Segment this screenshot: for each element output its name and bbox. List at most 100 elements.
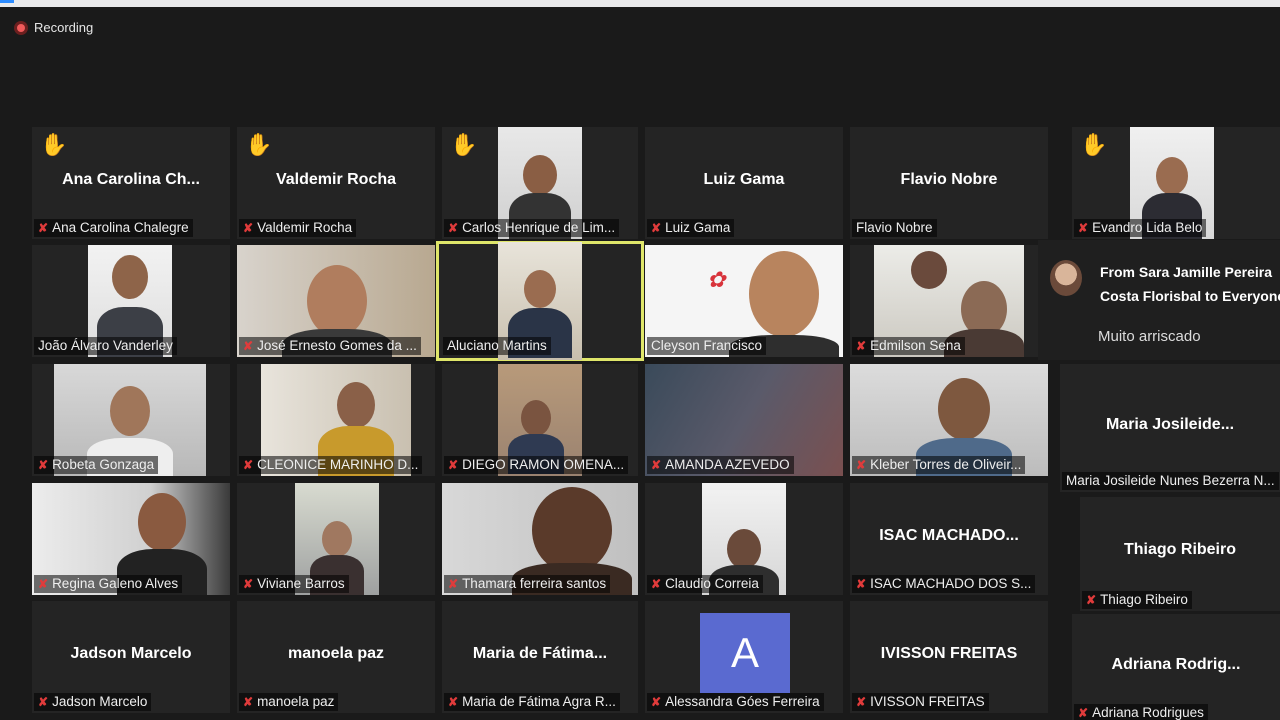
muted-mic-icon: ✘	[243, 694, 254, 709]
participant-name-label: Maria Josileide Nunes Bezerra N...	[1062, 472, 1279, 490]
participant-tile[interactable]: ✘ Edmilson Sena	[850, 245, 1048, 357]
window-top-strip	[0, 0, 1280, 7]
participant-tile[interactable]: ✋ Ana Carolina Ch... ✘ Ana Carolina Chale…	[32, 127, 230, 239]
muted-mic-icon: ✘	[651, 457, 662, 472]
muted-mic-icon: ✘	[243, 457, 254, 472]
muted-mic-icon: ✘	[651, 220, 662, 235]
participant-display-name: Jadson Marcelo	[70, 645, 192, 662]
participant-tile[interactable]: ✘ DIEGO RAMON OMENA...	[442, 364, 638, 476]
participant-name-label: ✘ Viviane Barros	[239, 575, 349, 593]
participant-name-label: ✘ Luiz Gama	[647, 219, 735, 237]
participant-tile[interactable]: ✘ Robeta Gonzaga	[32, 364, 230, 476]
participant-tile[interactable]: ✘ Thamara ferreira santos	[442, 483, 638, 595]
participant-tile[interactable]: ✋ ✘ Evandro Lida Belo	[1072, 127, 1280, 239]
participant-tile[interactable]: manoela paz ✘ manoela paz	[237, 601, 435, 713]
muted-mic-icon: ✘	[448, 457, 459, 472]
record-icon	[14, 20, 28, 35]
participant-tile[interactable]: A ✘ Alessandra Góes Ferreira	[645, 601, 843, 713]
participant-display-name: Luiz Gama	[703, 171, 785, 188]
raised-hand-icon: ✋	[1080, 132, 1108, 157]
participant-tile[interactable]: ✘ Viviane Barros	[237, 483, 435, 595]
participant-name-label: ✘ Claudio Correia	[647, 575, 763, 593]
participant-name-label: Flavio Nobre	[852, 219, 937, 237]
muted-mic-icon: ✘	[856, 694, 867, 709]
chat-notification[interactable]: From Sara Jamille Pereira Costa Florisba…	[1038, 240, 1280, 360]
muted-mic-icon: ✘	[243, 338, 254, 353]
participant-tile[interactable]: Luiz Gama ✘ Luiz Gama	[645, 127, 843, 239]
muted-mic-icon: ✘	[243, 220, 254, 235]
participant-name-label: ✘ Jadson Marcelo	[34, 693, 152, 711]
participant-display-name: ISAC MACHADO...	[879, 527, 1019, 544]
raised-hand-icon: ✋	[450, 132, 478, 157]
participant-name-label: ✘ ISAC MACHADO DOS S...	[852, 575, 1036, 593]
participant-tile[interactable]: ✘ CLEONICE MARINHO D...	[237, 364, 435, 476]
muted-mic-icon: ✘	[38, 576, 49, 591]
participant-tile[interactable]: Jadson Marcelo ✘ Jadson Marcelo	[32, 601, 230, 713]
participant-name-label: João Álvaro Vanderley	[34, 337, 177, 355]
muted-mic-icon: ✘	[448, 576, 459, 591]
participant-name-label: ✘ AMANDA AZEVEDO	[647, 456, 794, 474]
background-logo: ✿	[707, 267, 726, 292]
muted-mic-icon: ✘	[38, 457, 49, 472]
muted-mic-icon: ✘	[243, 576, 254, 591]
participant-name-label: ✘ DIEGO RAMON OMENA...	[444, 456, 629, 474]
participant-tile-active-speaker[interactable]: Aluciano Martins	[436, 241, 644, 361]
participant-name-label: ✘ Carlos Henrique de Lim...	[444, 219, 620, 237]
muted-mic-icon: ✘	[1078, 220, 1089, 235]
muted-mic-icon: ✘	[856, 338, 867, 353]
participant-name-label: ✘ Evandro Lida Belo	[1074, 219, 1207, 237]
recording-label: Recording	[34, 20, 94, 35]
participant-tile[interactable]: ✘ Kleber Torres de Oliveir...	[850, 364, 1048, 476]
participant-tile[interactable]: IVISSON FREITAS ✘ IVISSON FREITAS	[850, 601, 1048, 713]
participant-name-label: ✘ Ana Carolina Chalegre	[34, 219, 193, 237]
participant-avatar: A	[700, 613, 790, 693]
participant-tile[interactable]: ✋ ✘ Carlos Henrique de Lim...	[442, 127, 638, 239]
participant-name-label: ✘ Adriana Rodrigues	[1074, 704, 1208, 720]
muted-mic-icon: ✘	[448, 220, 459, 235]
participant-tile[interactable]: Adriana Rodrig... ✘ Adriana Rodrigues	[1072, 614, 1280, 720]
participant-name-label: ✘ IVISSON FREITAS	[852, 693, 989, 711]
accent-bar	[0, 0, 14, 3]
participant-display-name: manoela paz	[287, 645, 385, 662]
participant-name-label: Aluciano Martins	[443, 337, 551, 355]
chat-message: Muito arriscado	[1098, 328, 1201, 345]
recording-indicator[interactable]: Recording	[14, 20, 93, 35]
participant-tile[interactable]: ✘ Claudio Correia	[645, 483, 843, 595]
chat-sender: From Sara Jamille Pereira Costa Florisba…	[1100, 264, 1280, 304]
participant-tile[interactable]: ✿ Cleyson Francisco	[645, 245, 843, 357]
muted-mic-icon: ✘	[651, 694, 662, 709]
participant-tile[interactable]: ISAC MACHADO... ✘ ISAC MACHADO DOS S...	[850, 483, 1048, 595]
muted-mic-icon: ✘	[38, 694, 49, 709]
muted-mic-icon: ✘	[856, 576, 867, 591]
participant-tile[interactable]: Thiago Ribeiro ✘ Thiago Ribeiro	[1080, 497, 1280, 611]
participant-display-name: Ana Carolina Ch...	[62, 171, 200, 188]
participant-name-label: ✘ Valdemir Rocha	[239, 219, 357, 237]
participant-name-label: ✘ Thiago Ribeiro	[1082, 591, 1192, 609]
participant-display-name: Maria de Fátima...	[472, 645, 608, 662]
participant-tile[interactable]: ✘ AMANDA AZEVEDO	[645, 364, 843, 476]
participant-display-name: IVISSON FREITAS	[880, 645, 1018, 662]
participant-display-name: Thiago Ribeiro	[1124, 541, 1236, 558]
participant-tile[interactable]: Maria Josileide... Maria Josileide Nunes…	[1060, 364, 1280, 492]
participant-name-label: ✘ Thamara ferreira santos	[444, 575, 611, 593]
raised-hand-icon: ✋	[40, 132, 68, 157]
participant-tile[interactable]: ✘ José Ernesto Gomes da ...	[237, 245, 435, 357]
participant-tile[interactable]: Maria de Fátima... ✘ Maria de Fátima Agra…	[442, 601, 638, 713]
participant-name-label: Cleyson Francisco	[647, 337, 767, 355]
participant-tile[interactable]: ✋ Valdemir Rocha ✘ Valdemir Rocha	[237, 127, 435, 239]
participant-name-label: ✘ Regina Galeno Alves	[34, 575, 183, 593]
participant-name-label: ✘ Robeta Gonzaga	[34, 456, 159, 474]
muted-mic-icon: ✘	[651, 576, 662, 591]
participant-name-label: ✘ manoela paz	[239, 693, 339, 711]
muted-mic-icon: ✘	[38, 220, 49, 235]
participant-tile[interactable]: João Álvaro Vanderley	[32, 245, 230, 357]
participant-name-label: ✘ Edmilson Sena	[852, 337, 965, 355]
muted-mic-icon: ✘	[1078, 705, 1089, 720]
participant-display-name: Flavio Nobre	[900, 171, 998, 188]
participant-display-name: Adriana Rodrig...	[1111, 656, 1241, 673]
participant-tile[interactable]: ✘ Regina Galeno Alves	[32, 483, 230, 595]
muted-mic-icon: ✘	[448, 694, 459, 709]
participant-name-label: ✘ Maria de Fátima Agra R...	[444, 693, 620, 711]
participant-name-label: ✘ José Ernesto Gomes da ...	[239, 337, 421, 355]
participant-tile[interactable]: Flavio Nobre Flavio Nobre	[850, 127, 1048, 239]
